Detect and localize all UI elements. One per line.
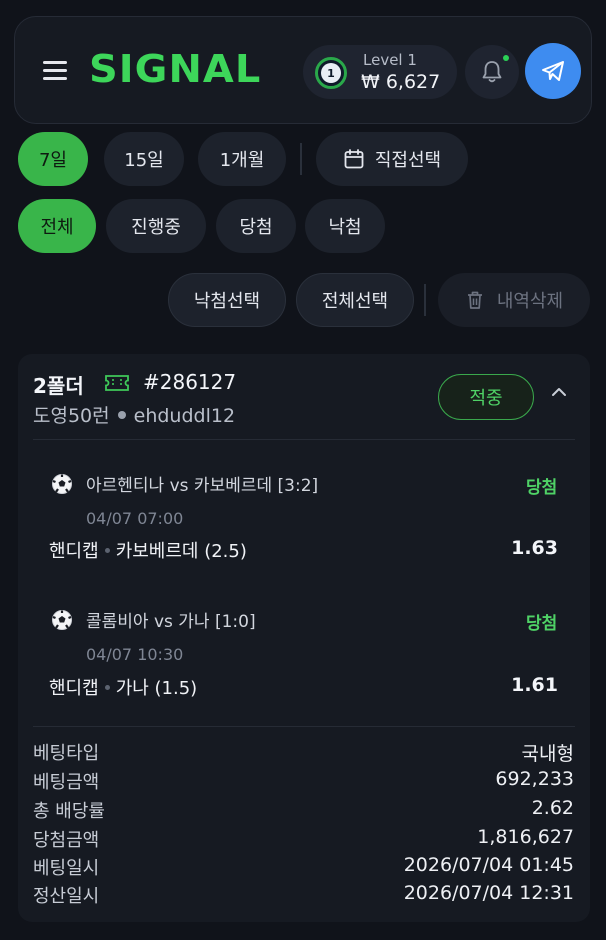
match-time: 04/07 07:00 xyxy=(86,509,184,528)
ticket-icon xyxy=(105,375,129,391)
match-title: 아르헨티나 vs 카보베르데 [3:2] xyxy=(86,476,319,496)
card-divider-top xyxy=(33,439,575,440)
bet-card: 2폴더 #286127 도영50런 ehduddl12 적중 아르헨티나 vs 카… xyxy=(18,354,590,922)
separator-dot xyxy=(117,411,126,419)
status-filter-in-progress[interactable]: 진행중 xyxy=(106,199,206,253)
delete-history-button[interactable]: 내역삭제 xyxy=(438,273,590,327)
period-filter-7d[interactable]: 7일 xyxy=(18,132,88,186)
settle-datetime-value: 2026/07/04 12:31 xyxy=(403,882,574,904)
pick-selection: 카보베르데 (2.5) xyxy=(115,541,247,562)
soccer-ball-icon xyxy=(52,474,72,494)
match-result: 당첨 xyxy=(526,478,558,498)
nickname: 도영50런 xyxy=(33,405,110,427)
settle-datetime-label: 정산일시 xyxy=(33,886,100,907)
balance-amount: ₩ 6,627 xyxy=(361,71,441,93)
bet-id: #286127 xyxy=(143,370,237,394)
status-filter-all[interactable]: 전체 xyxy=(18,199,96,253)
username: ehduddl12 xyxy=(133,405,236,427)
bet-type-label: 베팅타입 xyxy=(33,743,100,764)
telegram-button[interactable] xyxy=(525,43,581,99)
notification-button[interactable] xyxy=(465,45,519,99)
period-filter-1m[interactable]: 1개월 xyxy=(198,132,286,186)
total-odds-label: 총 배당률 xyxy=(33,801,105,822)
level-balance-pill[interactable]: 1 Level 1 ₩ 6,627 xyxy=(303,45,457,99)
pick-line: 핸디캡 카보베르데 (2.5) xyxy=(49,537,247,563)
bet-owner: 도영50런 ehduddl12 xyxy=(33,401,235,428)
win-amount-value: 1,816,627 xyxy=(477,826,574,848)
status-filter-lost[interactable]: 낙첨 xyxy=(305,199,385,253)
level-label: Level 1 xyxy=(363,51,417,69)
action-divider xyxy=(424,284,426,316)
bet-type-value: 국내형 xyxy=(521,743,574,765)
bet-datetime-value: 2026/07/04 01:45 xyxy=(403,854,574,876)
pick-selection: 가나 (1.5) xyxy=(115,678,198,699)
match-title: 콜롬비아 vs 가나 [1:0] xyxy=(86,612,256,632)
hamburger-menu-icon[interactable] xyxy=(43,61,67,81)
market-type: 핸디캡 xyxy=(49,678,99,699)
level-badge-icon: 1 xyxy=(315,57,347,89)
trash-icon xyxy=(467,291,482,309)
signal-logo[interactable]: SIGNAL xyxy=(89,47,261,91)
pick-odds: 1.61 xyxy=(511,674,558,696)
paper-plane-icon xyxy=(542,61,564,81)
custom-date-button[interactable]: 직접선택 xyxy=(316,132,468,186)
period-filter-15d[interactable]: 15일 xyxy=(104,132,184,186)
market-type: 핸디캡 xyxy=(49,541,99,562)
custom-date-label: 직접선택 xyxy=(374,150,442,171)
status-filter-won[interactable]: 당첨 xyxy=(216,199,296,253)
select-all-button[interactable]: 전체선택 xyxy=(296,273,414,327)
match-result: 당첨 xyxy=(526,614,558,634)
separator-dot xyxy=(104,684,110,690)
bet-amount-label: 베팅금액 xyxy=(33,772,100,793)
pick-line: 핸디캡 가나 (1.5) xyxy=(49,674,197,700)
bell-icon xyxy=(482,61,502,83)
notification-dot xyxy=(503,55,509,61)
win-amount-label: 당첨금액 xyxy=(33,830,100,851)
bet-datetime-label: 베팅일시 xyxy=(33,858,100,879)
soccer-ball-icon xyxy=(52,610,72,630)
chevron-up-icon[interactable] xyxy=(550,386,568,398)
top-header: SIGNAL 1 Level 1 ₩ 6,627 xyxy=(14,16,592,124)
card-divider-bottom xyxy=(33,726,575,727)
total-odds-value: 2.62 xyxy=(531,797,574,819)
delete-history-label: 내역삭제 xyxy=(496,291,564,312)
filter-divider xyxy=(300,143,302,175)
match-time: 04/07 10:30 xyxy=(86,645,184,664)
bet-folder-count: 2폴더 xyxy=(33,374,84,398)
pick-odds: 1.63 xyxy=(511,537,558,559)
calendar-icon xyxy=(344,149,364,169)
separator-dot xyxy=(104,547,110,553)
bet-amount-value: 692,233 xyxy=(495,768,574,790)
select-lost-button[interactable]: 낙첨선택 xyxy=(168,273,286,327)
status-badge: 적중 xyxy=(438,374,534,420)
